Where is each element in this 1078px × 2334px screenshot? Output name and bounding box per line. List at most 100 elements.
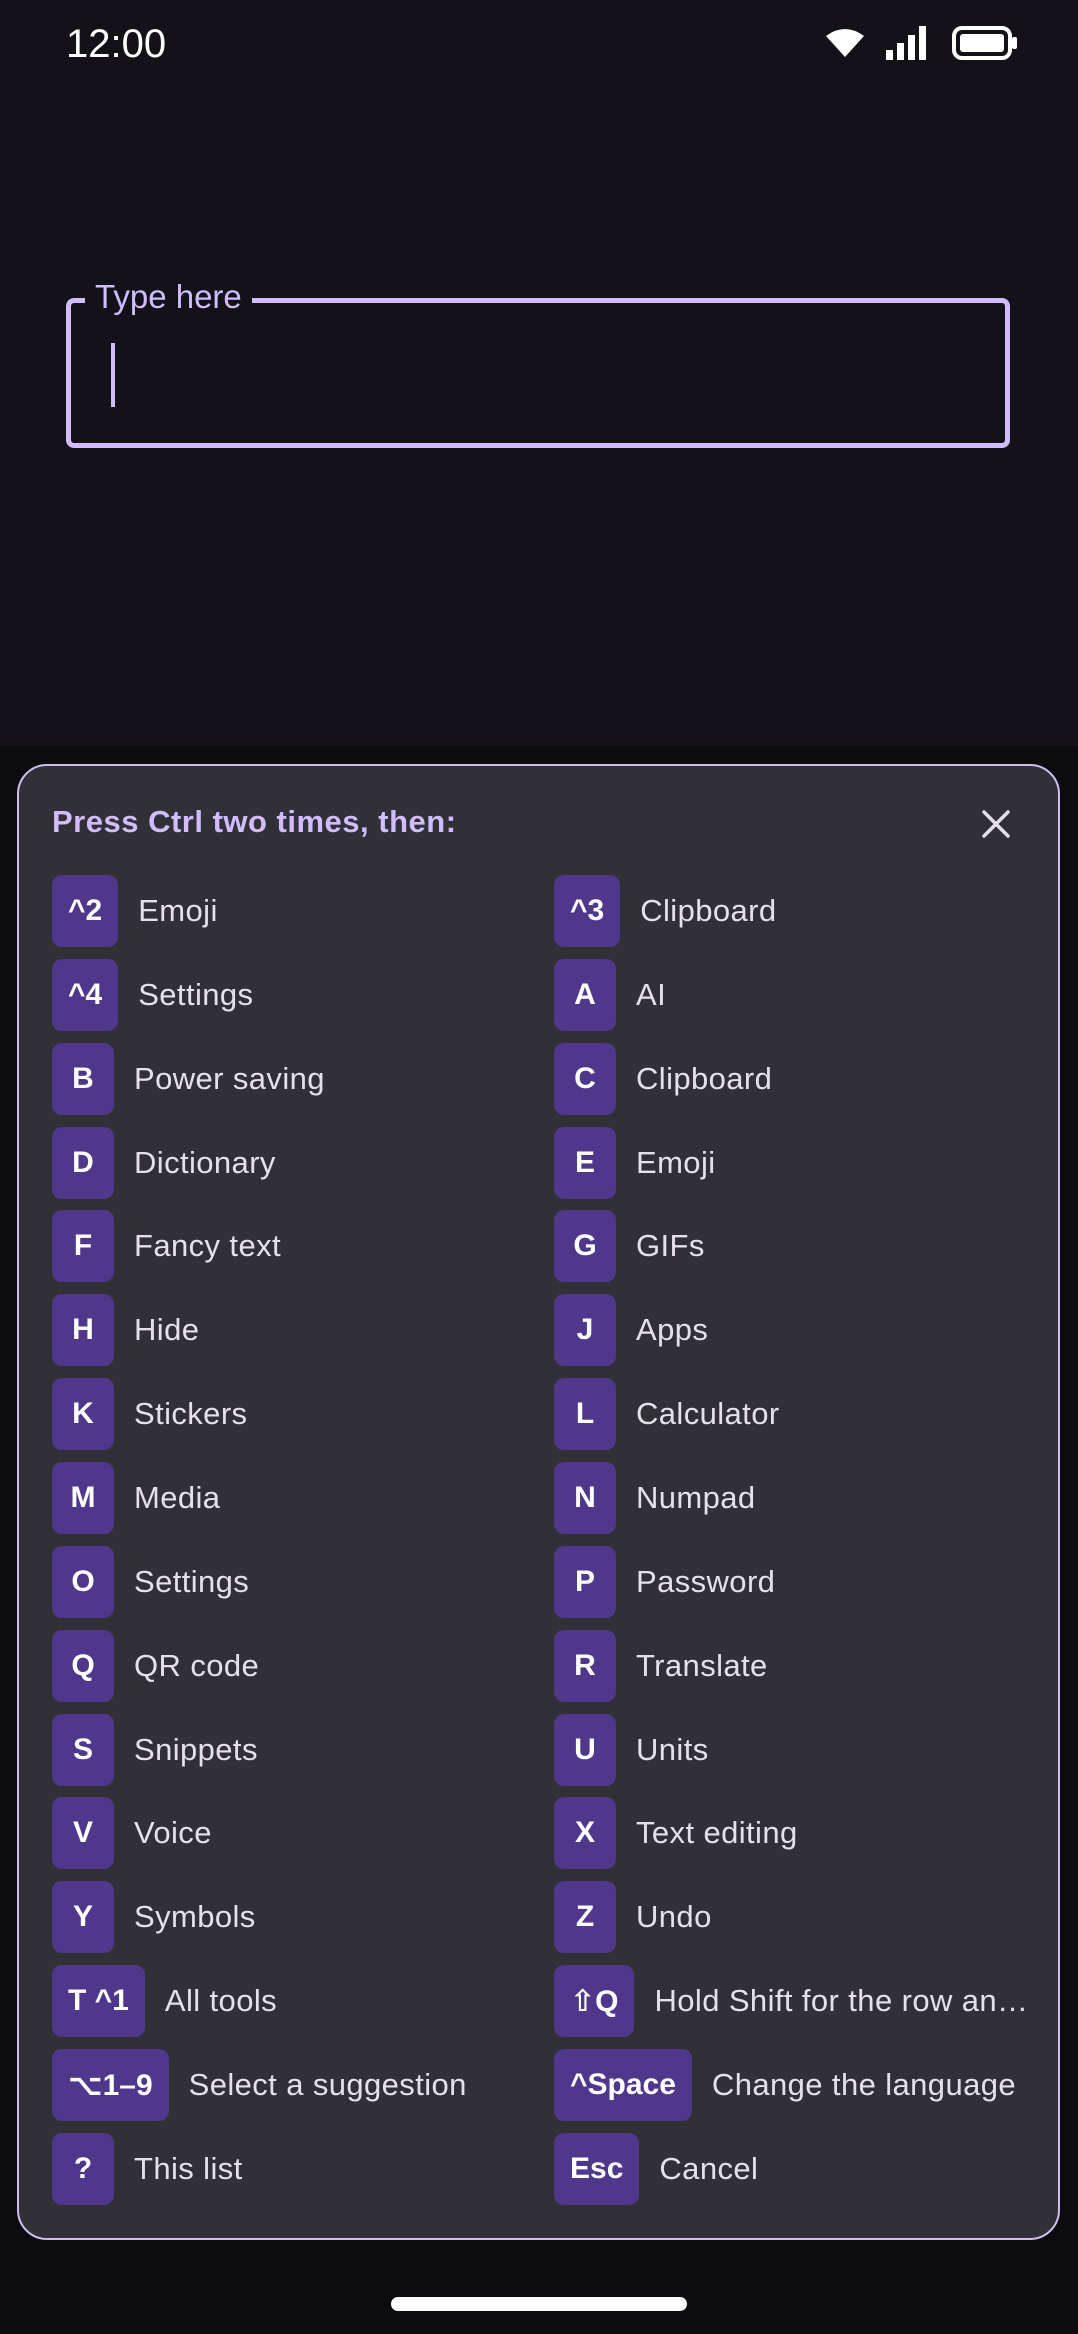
shortcut-item: R Translate	[554, 1630, 768, 1702]
shortcut-label: AI	[636, 977, 667, 1012]
wifi-icon	[826, 29, 864, 57]
shortcut-item: ^Space Change the language	[554, 2049, 1016, 2121]
shortcut-item: S Snippets	[52, 1714, 258, 1786]
shortcut-label: Apps	[636, 1312, 709, 1347]
shortcut-item: ⌥1–9 Select a suggestion	[52, 2049, 467, 2121]
battery-icon	[952, 26, 1017, 60]
shortcut-label: Hold Shift for the row and column	[654, 1983, 1030, 2018]
shortcut-item: ⇧Q Hold Shift for the row and column	[554, 1965, 1030, 2037]
shortcut-label: Hide	[134, 1312, 200, 1347]
shortcut-key: ^2	[52, 875, 119, 947]
status-icons	[826, 26, 1018, 60]
shortcut-key: ^Space	[554, 2049, 692, 2121]
shortcut-label: Select a suggestion	[188, 2067, 467, 2102]
shortcut-key: D	[52, 1127, 114, 1199]
shortcut-item: K Stickers	[52, 1378, 247, 1450]
close-icon	[982, 810, 1010, 838]
shortcut-item: L Calculator	[554, 1378, 780, 1450]
shortcut-key: H	[52, 1294, 114, 1366]
shortcut-key: ^4	[52, 959, 119, 1031]
shortcut-key: ?	[52, 2133, 114, 2205]
shortcut-item: Y Symbols	[52, 1881, 256, 1953]
shortcut-label: Cancel	[659, 2151, 759, 2186]
shortcut-label: Settings	[134, 1564, 250, 1599]
shortcut-key: ⇧Q	[554, 1965, 635, 2037]
shortcut-key: G	[554, 1210, 616, 1282]
shortcut-label: Stickers	[134, 1396, 248, 1431]
shortcut-item: Z Undo	[554, 1881, 712, 1953]
shortcut-item: ^3 Clipboard	[554, 875, 777, 947]
shortcut-label: QR code	[134, 1648, 260, 1683]
shortcut-item: T ^1 All tools	[52, 1965, 277, 2037]
home-indicator[interactable]	[391, 2297, 687, 2311]
shortcut-key: J	[554, 1294, 616, 1366]
shortcut-label: Translate	[636, 1648, 768, 1683]
shortcut-label: Voice	[134, 1815, 212, 1850]
shortcut-item: G GIFs	[554, 1210, 705, 1282]
shortcut-key: M	[52, 1462, 114, 1534]
shortcut-label: Clipboard	[640, 893, 777, 928]
shortcut-label: Undo	[636, 1899, 712, 1934]
shortcut-key: Esc	[554, 2133, 640, 2205]
shortcut-key: ⌥1–9	[52, 2049, 169, 2121]
shortcut-label: Emoji	[138, 893, 218, 928]
shortcut-key: K	[52, 1378, 114, 1450]
shortcut-key: U	[554, 1714, 616, 1786]
shortcut-item: V Voice	[52, 1797, 212, 1869]
shortcut-label: Symbols	[134, 1899, 256, 1934]
shortcut-label: Password	[636, 1564, 776, 1599]
shortcut-item: ^4 Settings	[52, 959, 253, 1031]
shortcut-item: E Emoji	[554, 1127, 716, 1199]
text-cursor	[111, 343, 115, 407]
shortcut-item: B Power saving	[52, 1043, 325, 1115]
shortcut-key: Y	[52, 1881, 114, 1953]
shortcut-key: F	[52, 1210, 114, 1282]
text-field-label: Type here	[85, 275, 252, 319]
shortcut-item: Q QR code	[52, 1630, 259, 1702]
shortcuts-sheet: Press Ctrl two times, then: ^2 Emoji ^3 Cli…	[17, 764, 1060, 2240]
shortcut-item: O Settings	[52, 1546, 249, 1618]
shortcut-key: T ^1	[52, 1965, 145, 2037]
shortcut-key: Z	[554, 1881, 616, 1953]
shortcut-key: B	[52, 1043, 114, 1115]
shortcut-label: GIFs	[636, 1228, 705, 1263]
shortcut-label: Numpad	[636, 1480, 756, 1515]
shortcut-label: Fancy text	[134, 1228, 281, 1263]
shortcut-item: M Media	[52, 1462, 220, 1534]
shortcut-label: Media	[134, 1480, 221, 1515]
shortcut-key: A	[554, 959, 616, 1031]
shortcut-label: Text editing	[636, 1815, 798, 1850]
shortcut-key: L	[554, 1378, 616, 1450]
shortcut-item: ? This list	[52, 2133, 243, 2205]
shortcut-key: R	[554, 1630, 616, 1702]
sheet-title: Press Ctrl two times, then:	[52, 804, 457, 839]
text-input-field[interactable]: Type here	[66, 275, 1010, 448]
status-bar: 12:00	[0, 0, 1078, 96]
shortcut-item: P Password	[554, 1546, 775, 1618]
shortcut-key: X	[554, 1797, 616, 1869]
shortcut-item: U Units	[554, 1714, 709, 1786]
shortcut-label: Settings	[138, 977, 254, 1012]
shortcut-item: J Apps	[554, 1294, 708, 1366]
shortcut-label: Units	[636, 1732, 709, 1767]
shortcut-label: Snippets	[134, 1732, 258, 1767]
status-time: 12:00	[66, 22, 167, 66]
shortcut-key: Q	[52, 1630, 114, 1702]
shortcut-item: H Hide	[52, 1294, 199, 1366]
shortcut-item: D Dictionary	[52, 1127, 276, 1199]
shortcut-item: X Text editing	[554, 1797, 798, 1869]
cellular-signal-icon	[886, 26, 926, 60]
shortcut-label: Emoji	[636, 1145, 716, 1180]
shortcut-key: O	[52, 1546, 114, 1618]
shortcut-label: Calculator	[636, 1396, 780, 1431]
shortcut-key: E	[554, 1127, 616, 1199]
shortcut-item: Esc Cancel	[554, 2133, 758, 2205]
shortcut-label: Change the language	[711, 2067, 1017, 2102]
shortcut-key: ^3	[554, 875, 621, 947]
shortcut-label: This list	[134, 2151, 243, 2186]
shortcut-key: V	[52, 1797, 114, 1869]
shortcut-item: F Fancy text	[52, 1210, 281, 1282]
close-button[interactable]	[972, 800, 1020, 848]
shortcut-item: A AI	[554, 959, 666, 1031]
shortcut-item: ^2 Emoji	[52, 875, 218, 947]
